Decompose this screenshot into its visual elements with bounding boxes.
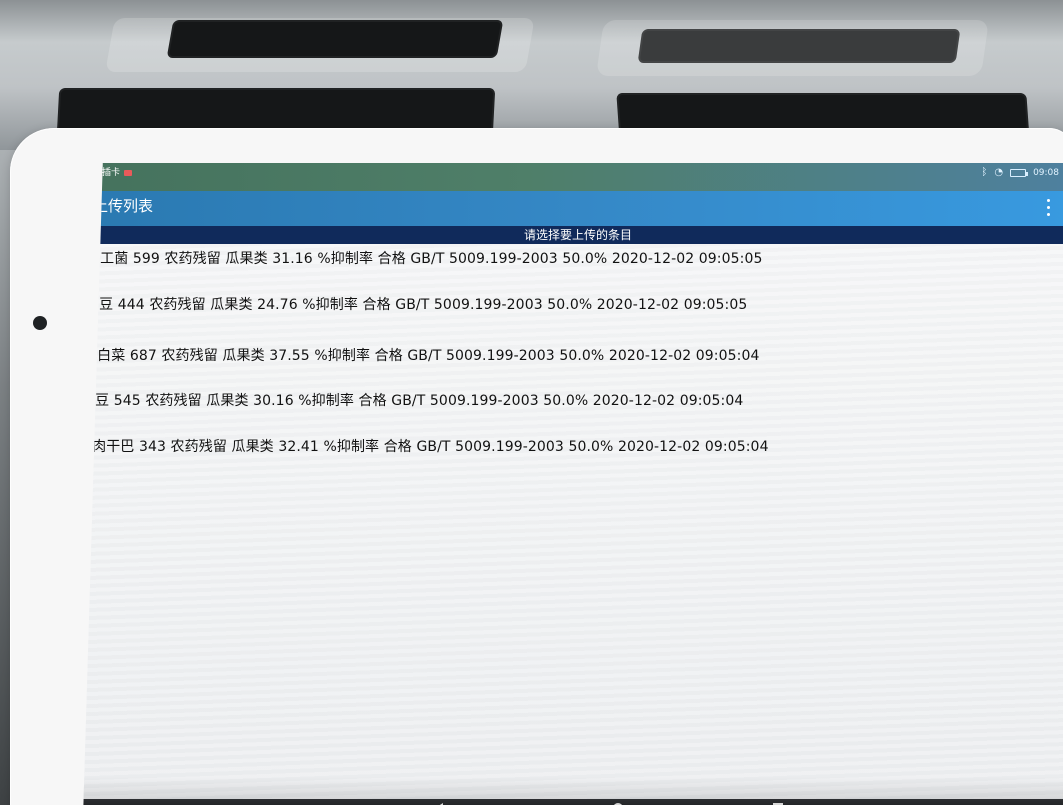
list-item-text: 人工菌 599 农药残留 瓜果类 31.16 %抑制率 合格 GB/T 5009… bbox=[86, 251, 763, 267]
sim-status-text: 未插卡 bbox=[93, 168, 121, 178]
list-item[interactable]: 人工菌 599 农药残留 瓜果类 31.16 %抑制率 合格 GB/T 5009… bbox=[83, 250, 1063, 274]
list-item-text: 小白菜 687 农药残留 瓜果类 37.55 %抑制率 合格 GB/T 5009… bbox=[83, 348, 760, 364]
scene-background: 未插卡 ᛒ ◔ 09:08 上传列表 请选择要上传的条目 人工菌 599 农药残… bbox=[0, 0, 1063, 805]
list-item[interactable]: 豌豆 545 农药残留 瓜果类 30.16 %抑制率 合格 GB/T 5009.… bbox=[83, 392, 1063, 416]
list-item-text: 豌豆 545 农药残留 瓜果类 30.16 %抑制率 合格 GB/T 5009.… bbox=[83, 393, 744, 409]
app-bar: 上传列表 bbox=[83, 191, 1063, 226]
selection-prompt: 请选择要上传的条目 bbox=[83, 226, 1063, 244]
list-item-text: 牛肉干巴 343 农药残留 瓜果类 32.41 %抑制率 合格 GB/T 500… bbox=[83, 439, 769, 455]
navigation-bar bbox=[83, 799, 1063, 805]
sim-card-icon bbox=[124, 170, 133, 176]
battery-icon bbox=[1010, 169, 1029, 177]
list-item[interactable]: 紫豆 444 农药残留 瓜果类 24.76 %抑制率 合格 GB/T 5009.… bbox=[83, 296, 1063, 320]
rig-slot-2 bbox=[637, 29, 961, 63]
tablet-device: 未插卡 ᛒ ◔ 09:08 上传列表 请选择要上传的条目 人工菌 599 农药残… bbox=[10, 128, 1063, 805]
status-left: 未插卡 bbox=[93, 168, 133, 178]
rig-slot-1 bbox=[166, 20, 504, 58]
camera-icon bbox=[33, 316, 47, 330]
wifi-icon: ◔ bbox=[994, 167, 1004, 178]
list-item-text: 紫豆 444 农药残留 瓜果类 24.76 %抑制率 合格 GB/T 5009.… bbox=[85, 297, 748, 313]
bluetooth-icon: ᛒ bbox=[981, 167, 988, 178]
status-bar: 未插卡 ᛒ ◔ 09:08 bbox=[83, 163, 1063, 191]
tablet-screen: 未插卡 ᛒ ◔ 09:08 上传列表 请选择要上传的条目 人工菌 599 农药残… bbox=[83, 163, 1063, 805]
status-time: 09:08 bbox=[1033, 168, 1059, 178]
page-title: 上传列表 bbox=[93, 197, 154, 215]
more-vert-icon[interactable] bbox=[1043, 197, 1055, 219]
status-right: ᛒ ◔ 09:08 bbox=[981, 167, 1059, 179]
list-item[interactable]: 小白菜 687 农药残留 瓜果类 37.55 %抑制率 合格 GB/T 5009… bbox=[83, 347, 1063, 371]
list-item[interactable]: 牛肉干巴 343 农药残留 瓜果类 32.41 %抑制率 合格 GB/T 500… bbox=[83, 438, 1063, 462]
upload-list: 人工菌 599 农药残留 瓜果类 31.16 %抑制率 合格 GB/T 5009… bbox=[83, 244, 1063, 805]
